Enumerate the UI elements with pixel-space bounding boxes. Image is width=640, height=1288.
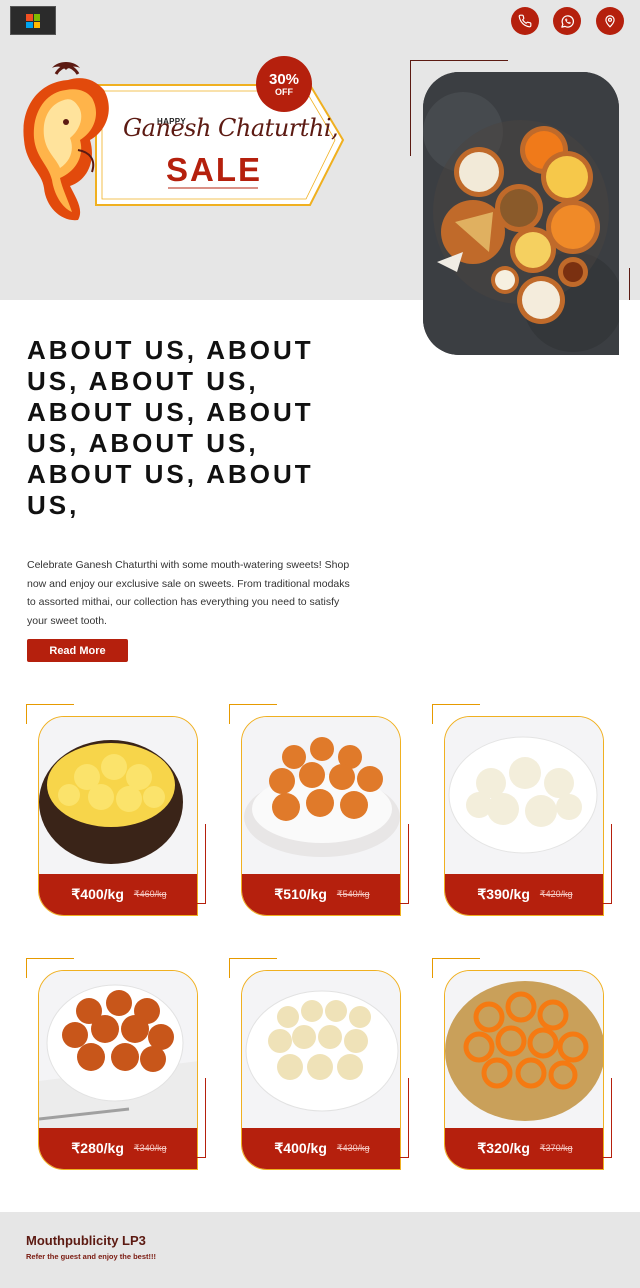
about-description: Celebrate Ganesh Chaturthi with some mou… <box>27 559 350 627</box>
read-more-button[interactable]: Read More <box>27 639 128 662</box>
product-frame: ₹390/kg ₹420/kg <box>444 716 604 916</box>
location-pin-icon <box>605 15 615 28</box>
footer-tagline: Refer the guest and enjoy the best!!! <box>26 1252 157 1261</box>
windows-logo-icon <box>26 14 40 28</box>
product-card[interactable]: ₹400/kg ₹430/kg <box>229 958 409 1178</box>
discount-badge: 30% OFF <box>256 56 312 112</box>
product-frame: ₹280/kg ₹340/kg <box>38 970 198 1170</box>
card-side-decoration <box>387 824 409 904</box>
location-button[interactable] <box>596 7 624 35</box>
product-price: ₹510/kg <box>274 886 327 902</box>
whatsapp-button[interactable] <box>553 7 581 35</box>
card-side-decoration <box>590 1078 612 1158</box>
hero-title-script: Ganesh Chaturthi, <box>123 114 339 142</box>
product-old-price: ₹430/kg <box>336 1143 370 1153</box>
product-card[interactable]: ₹510/kg ₹540/kg <box>229 704 409 924</box>
about-heading: ABOUT US, ABOUT US, ABOUT US, ABOUT US, … <box>27 335 314 520</box>
product-old-price: ₹370/kg <box>539 1143 573 1153</box>
hero-sale: SALE <box>166 151 263 188</box>
card-side-decoration <box>387 1078 409 1158</box>
product-card[interactable]: ₹280/kg ₹340/kg <box>26 958 206 1178</box>
price-band: ₹280/kg ₹340/kg <box>39 1128 197 1169</box>
product-old-price: ₹420/kg <box>539 889 573 899</box>
discount-percent: 30% <box>268 71 300 88</box>
price-band: ₹390/kg ₹420/kg <box>445 874 603 915</box>
price-band: ₹400/kg ₹430/kg <box>242 1128 400 1169</box>
product-old-price: ₹340/kg <box>133 1143 167 1153</box>
product-image-rasgulla <box>445 717 603 875</box>
phone-icon <box>518 14 532 28</box>
price-band: ₹320/kg ₹370/kg <box>445 1128 603 1169</box>
product-frame: ₹400/kg ₹430/kg <box>241 970 401 1170</box>
price-band: ₹400/kg ₹460/kg <box>39 874 197 915</box>
discount-off-label: OFF <box>275 87 293 97</box>
product-image-besan-laddu <box>242 971 400 1129</box>
product-old-price: ₹540/kg <box>336 889 370 899</box>
product-image-gulab-jamun <box>39 971 197 1129</box>
whatsapp-icon <box>560 14 574 28</box>
product-old-price: ₹460/kg <box>133 889 167 899</box>
product-image-rasmalai <box>39 717 197 875</box>
footer-brand: Mouthpublicity LP3 <box>26 1233 146 1248</box>
product-frame: ₹320/kg ₹370/kg <box>444 970 604 1170</box>
product-image-jalebi <box>445 971 603 1129</box>
site-logo[interactable] <box>10 6 56 35</box>
card-side-decoration <box>184 824 206 904</box>
product-card[interactable]: ₹400/kg ₹460/kg <box>26 704 206 924</box>
product-frame: ₹400/kg ₹460/kg <box>38 716 198 916</box>
card-side-decoration <box>184 1078 206 1158</box>
product-image-motichoor-laddu <box>242 717 400 875</box>
product-frame: ₹510/kg ₹540/kg <box>241 716 401 916</box>
product-card[interactable]: ₹390/kg ₹420/kg <box>432 704 612 924</box>
phone-button[interactable] <box>511 7 539 35</box>
product-price: ₹390/kg <box>477 886 530 902</box>
product-card[interactable]: ₹320/kg ₹370/kg <box>432 958 612 1178</box>
product-price: ₹400/kg <box>274 1140 327 1156</box>
product-price: ₹400/kg <box>71 886 124 902</box>
product-price: ₹280/kg <box>71 1140 124 1156</box>
price-band: ₹510/kg ₹540/kg <box>242 874 400 915</box>
product-price: ₹320/kg <box>477 1140 530 1156</box>
card-side-decoration <box>590 824 612 904</box>
sweets-thali-photo <box>423 72 619 355</box>
